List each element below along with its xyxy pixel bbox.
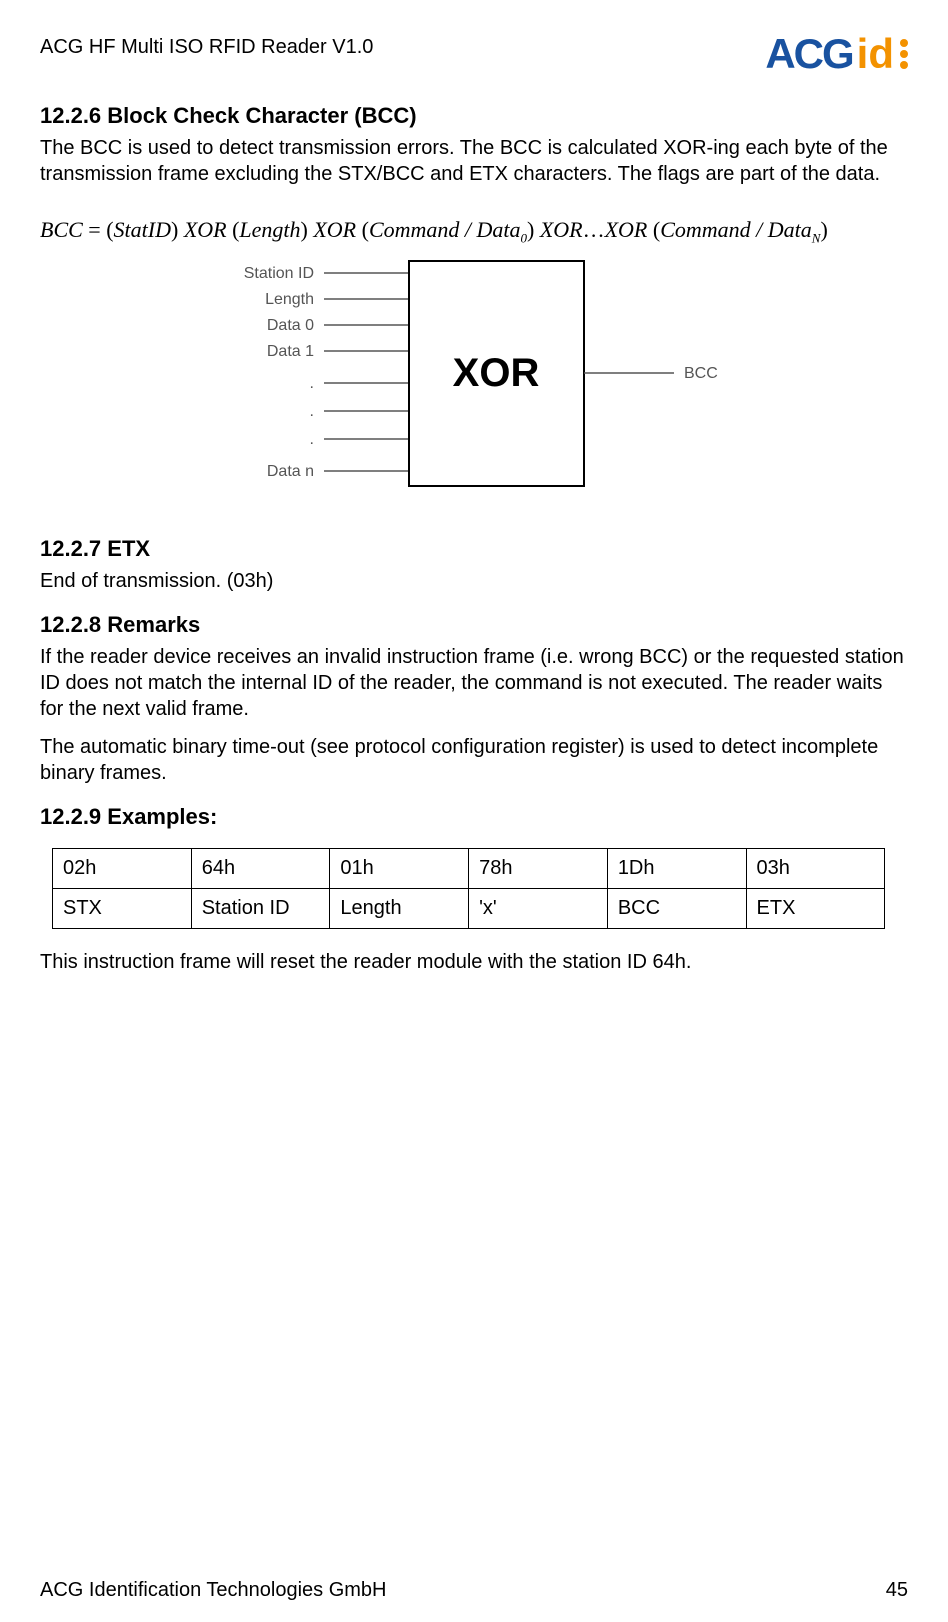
table-cell: 03h bbox=[746, 849, 885, 889]
formula-lp2: ( bbox=[227, 217, 240, 242]
table-cell: BCC bbox=[607, 889, 746, 929]
formula-lp4: ( bbox=[647, 217, 660, 242]
document-title: ACG HF Multi ISO RFID Reader V1.0 bbox=[40, 30, 373, 59]
formula-rp3: ) bbox=[527, 217, 540, 242]
heading-examples: 12.2.9 Examples: bbox=[40, 804, 908, 830]
table-cell: 78h bbox=[469, 849, 608, 889]
logo-text-id: id bbox=[857, 30, 894, 78]
formula-bcc: BCC bbox=[40, 217, 83, 242]
formula-xor1: XOR bbox=[184, 217, 227, 242]
heading-bcc: 12.2.6 Block Check Character (BCC) bbox=[40, 103, 908, 129]
xor-label: XOR bbox=[453, 351, 540, 395]
diagram-label-data0: Data 0 bbox=[267, 317, 314, 334]
table-cell: 1Dh bbox=[607, 849, 746, 889]
paragraph-after-table: This instruction frame will reset the re… bbox=[40, 949, 908, 975]
formula-cmdn: Command / Data bbox=[660, 217, 812, 242]
formula-rp1: ) bbox=[171, 217, 184, 242]
table-row: 02h 64h 01h 78h 1Dh 03h bbox=[53, 849, 885, 889]
footer-page-number: 45 bbox=[886, 1579, 908, 1602]
formula-length: Length bbox=[239, 217, 300, 242]
bcc-formula: BCC = (StatID) XOR (Length) XOR (Command… bbox=[40, 217, 908, 246]
diagram-label-station-id: Station ID bbox=[244, 265, 314, 282]
formula-close: ) bbox=[820, 217, 827, 242]
formula-xor4: XOR bbox=[605, 217, 648, 242]
diagram-label-dot3: . bbox=[310, 431, 314, 448]
logo-text-acg: ACG bbox=[765, 30, 852, 78]
heading-remarks: 12.2.8 Remarks bbox=[40, 612, 908, 638]
table-cell: STX bbox=[53, 889, 192, 929]
logo-dots-icon bbox=[900, 39, 908, 69]
diagram-label-data1: Data 1 bbox=[267, 343, 314, 360]
formula-xor2: XOR bbox=[313, 217, 356, 242]
table-cell: ETX bbox=[746, 889, 885, 929]
diagram-label-length: Length bbox=[265, 291, 314, 308]
paragraph-remarks-1: If the reader device receives an invalid… bbox=[40, 644, 908, 722]
page-footer: ACG Identification Technologies GmbH 45 bbox=[40, 1579, 908, 1602]
heading-etx: 12.2.7 ETX bbox=[40, 536, 908, 562]
diagram-label-dot1: . bbox=[310, 375, 314, 392]
formula-cmd0: Command / Data bbox=[369, 217, 521, 242]
paragraph-etx: End of transmission. (03h) bbox=[40, 568, 908, 594]
footer-company: ACG Identification Technologies GmbH bbox=[40, 1579, 386, 1602]
xor-diagram: Station ID Length Data 0 Data 1 . . . Da… bbox=[194, 256, 754, 516]
table-cell: 64h bbox=[191, 849, 330, 889]
page-header: ACG HF Multi ISO RFID Reader V1.0 ACG id bbox=[40, 30, 908, 78]
formula-rp2: ) bbox=[301, 217, 314, 242]
table-cell: 'x' bbox=[469, 889, 608, 929]
diagram-label-dot2: . bbox=[310, 403, 314, 420]
acg-logo: ACG id bbox=[765, 30, 908, 78]
table-cell: Length bbox=[330, 889, 469, 929]
formula-lp3: ( bbox=[356, 217, 369, 242]
table-cell: 01h bbox=[330, 849, 469, 889]
formula-statid: StatID bbox=[114, 217, 171, 242]
diagram-output-bcc: BCC bbox=[684, 365, 718, 382]
paragraph-bcc: The BCC is used to detect transmission e… bbox=[40, 135, 908, 187]
paragraph-remarks-2: The automatic binary time-out (see proto… bbox=[40, 734, 908, 786]
table-cell: Station ID bbox=[191, 889, 330, 929]
table-row: STX Station ID Length 'x' BCC ETX bbox=[53, 889, 885, 929]
diagram-label-datan: Data n bbox=[267, 463, 314, 480]
example-table: 02h 64h 01h 78h 1Dh 03h STX Station ID L… bbox=[52, 848, 885, 929]
formula-eq: = ( bbox=[83, 217, 114, 242]
formula-dots: … bbox=[583, 217, 605, 242]
table-cell: 02h bbox=[53, 849, 192, 889]
formula-xor3: XOR bbox=[540, 217, 583, 242]
